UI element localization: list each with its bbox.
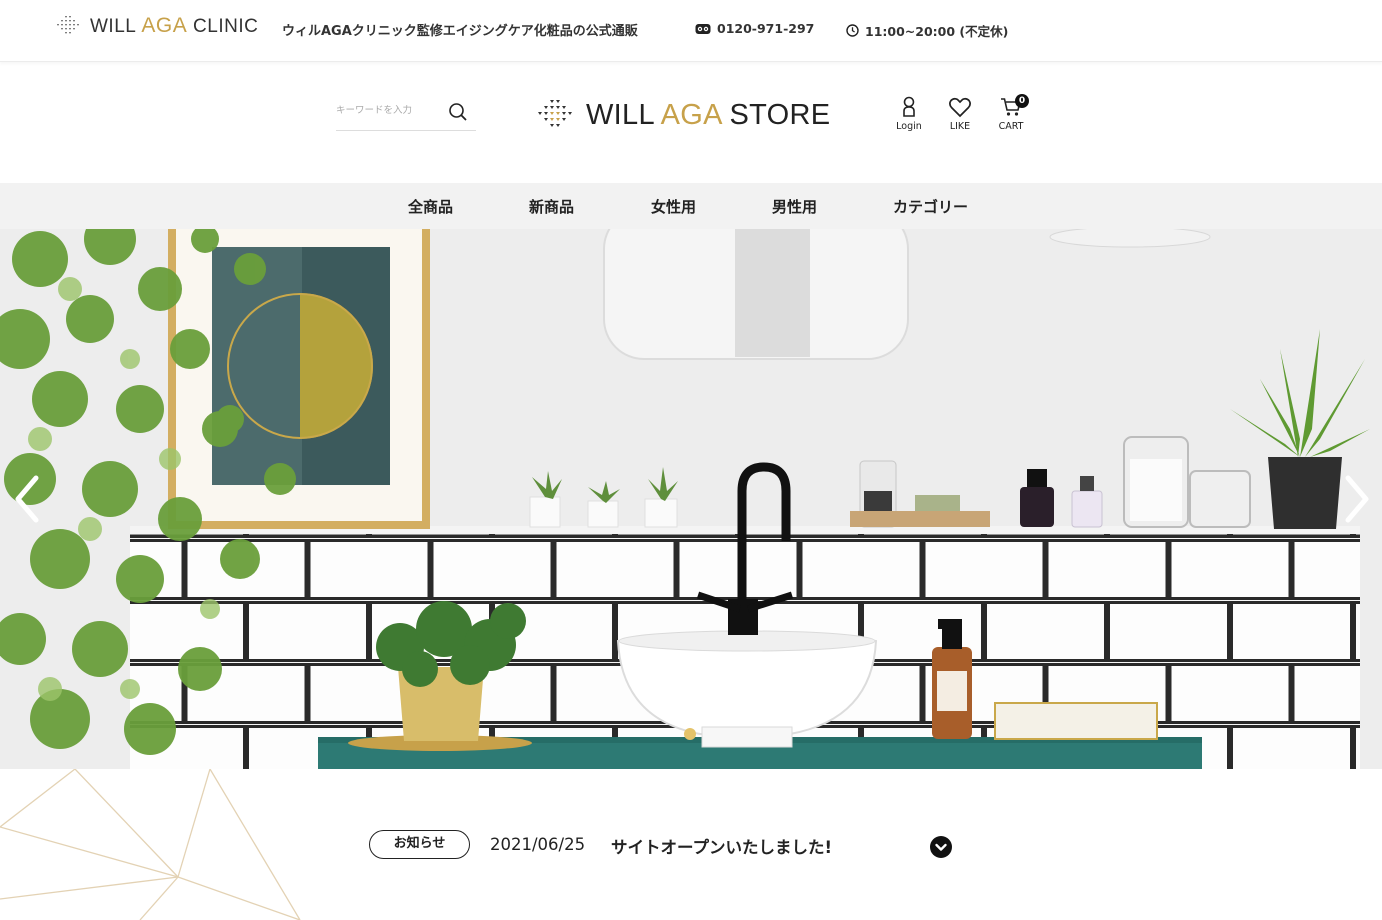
main-nav: 全商品 新商品 女性用 男性用 カテゴリー — [0, 183, 1382, 229]
search-box[interactable] — [336, 98, 476, 131]
nav-item-new-products[interactable]: 新商品 — [529, 196, 574, 217]
login-button[interactable]: Login — [889, 96, 929, 132]
news-headline-link[interactable]: サイトオープンいたしました! — [611, 834, 832, 858]
phone-number[interactable]: 0120-971-297 — [695, 21, 814, 36]
nav-item-category[interactable]: カテゴリー — [893, 196, 968, 217]
news-date: 2021/06/25 — [490, 835, 586, 854]
like-button[interactable]: LIKE — [940, 96, 980, 132]
search-input[interactable] — [336, 105, 436, 116]
news-badge: お知らせ — [369, 830, 470, 859]
phone-text: 0120-971-297 — [717, 21, 815, 36]
decorative-geometric-lines — [0, 769, 301, 920]
chevron-left-icon[interactable] — [12, 474, 42, 524]
user-icon — [903, 96, 915, 117]
store-logo-link[interactable]: WILL AGA STORE — [536, 98, 830, 132]
triangle-logo-icon — [57, 16, 79, 34]
top-bar: WILL AGA CLINIC ウィルAGAクリニック監修エイジングケア化粧品の… — [0, 0, 1382, 62]
search-icon[interactable] — [448, 102, 468, 122]
cart-label: CART — [998, 121, 1024, 132]
site-tagline: ウィルAGAクリニック監修エイジングケア化粧品の公式通販 — [282, 24, 638, 39]
cart-count-badge: 0 — [1015, 94, 1029, 108]
clinic-name: WILL AGA CLINIC — [90, 14, 259, 37]
triangle-logo-icon — [538, 100, 572, 127]
hours-text: 11:00~20:00 (不定休) — [865, 24, 1009, 39]
business-hours: 11:00~20:00 (不定休) — [846, 21, 1008, 40]
nav-item-men[interactable]: 男性用 — [772, 196, 817, 217]
nav-item-all-products[interactable]: 全商品 — [408, 196, 453, 217]
cart-button[interactable]: CART 0 — [991, 94, 1031, 132]
hero-slider[interactable] — [0, 229, 1382, 769]
news-expand-button[interactable] — [930, 836, 952, 858]
like-label: LIKE — [949, 121, 971, 132]
heart-icon — [949, 97, 971, 118]
store-name: WILL AGA STORE — [586, 98, 831, 131]
chevron-right-icon[interactable] — [1342, 474, 1372, 524]
free-dial-icon — [695, 23, 711, 34]
clinic-logo-link[interactable]: WILL AGA CLINIC — [56, 13, 258, 39]
login-label: Login — [896, 121, 922, 132]
hero-image — [0, 229, 1382, 769]
clock-icon — [846, 24, 859, 37]
chevron-down-icon — [935, 843, 947, 851]
nav-item-women[interactable]: 女性用 — [651, 196, 696, 217]
